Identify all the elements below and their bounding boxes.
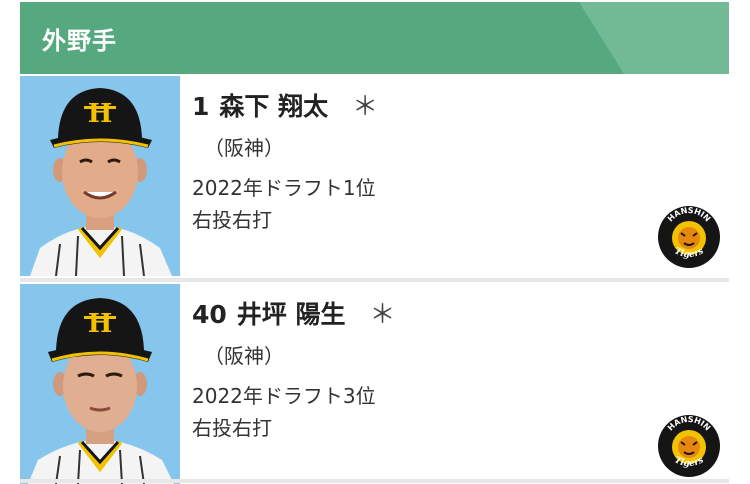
player-draft: 2022年ドラフト3位 — [192, 384, 376, 408]
player-card[interactable]: H 40 井坪 陽生 ＊ （阪神） 2022年ドラフト3位 右投右打 HANSHIN… — [20, 284, 729, 484]
player-bats: 右投右打 — [192, 416, 272, 440]
player-name-line: 1 森下 翔太 ＊ — [192, 86, 378, 123]
svg-text:H: H — [88, 309, 113, 339]
player-photo: H — [20, 76, 180, 276]
asterisk-mark: ＊ — [369, 300, 396, 330]
player-name: 森下 翔太 — [219, 92, 329, 121]
player-team: （阪神） — [204, 136, 284, 160]
asterisk-mark: ＊ — [352, 92, 379, 122]
player-name-line: 40 井坪 陽生 ＊ — [192, 294, 396, 331]
player-draft: 2022年ドラフト1位 — [192, 176, 376, 200]
tigers-logo-icon: HANSHIN Tigers — [657, 414, 721, 478]
player-number: 40 — [192, 300, 227, 329]
svg-text:H: H — [88, 99, 113, 129]
header-accent — [579, 2, 729, 74]
tigers-logo-icon: HANSHIN Tigers — [657, 205, 721, 269]
player-card[interactable]: H 1 森下 翔太 ＊ （阪神） 2022年ドラフト1位 右投右打 HANSHIN … — [20, 76, 729, 276]
card-divider — [20, 479, 729, 483]
card-divider — [20, 278, 729, 282]
player-number: 1 — [192, 92, 210, 121]
section-title: 外野手 — [42, 27, 117, 55]
player-name: 井坪 陽生 — [236, 300, 346, 329]
player-photo: H — [20, 284, 180, 484]
section-header: 外野手 — [20, 2, 729, 74]
player-bats: 右投右打 — [192, 208, 272, 232]
player-team: （阪神） — [204, 344, 284, 368]
